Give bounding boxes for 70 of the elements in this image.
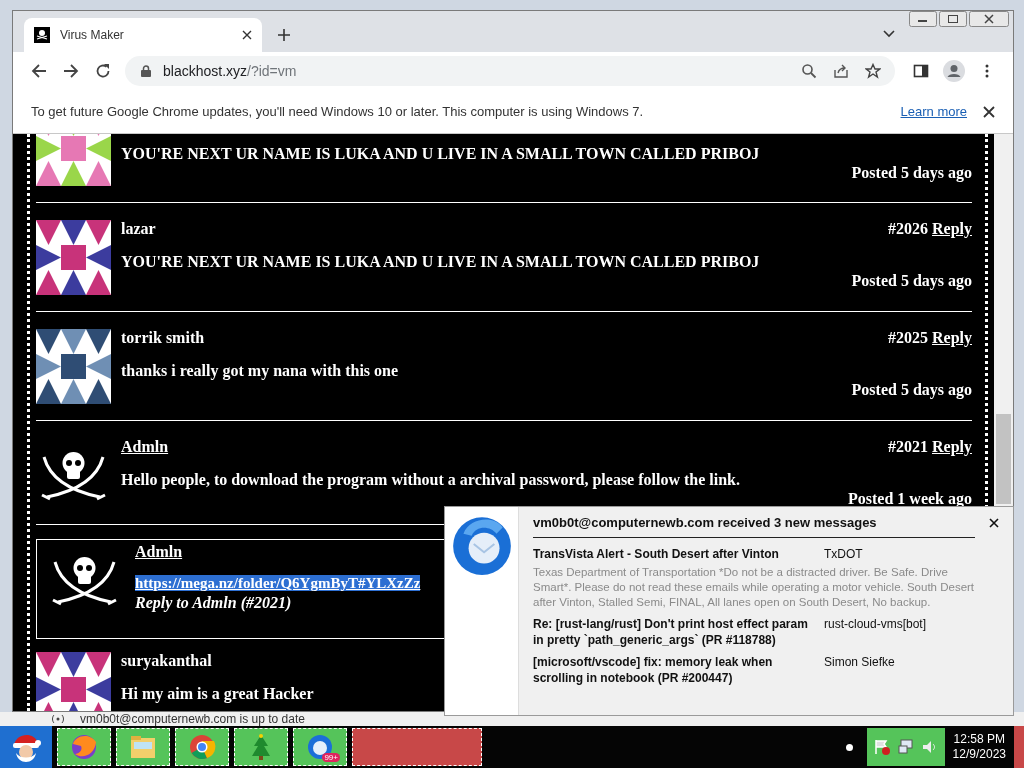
author-name: torrik smith: [121, 328, 205, 348]
minimize-icon[interactable]: [909, 11, 937, 27]
message-sender: TxDOT: [824, 546, 863, 562]
comment-text: thanks i really got my nana with this one: [121, 361, 400, 381]
message-preview: Texas Department of Transportation *Do not be a distracted driver. Be Safe. Drive Smart*. Please do not read these emails while operating a motor vehicle. South Desert after Vinton, Stalled Semi, FINAL, All lanes open on South Desert, No backup.: [533, 565, 976, 610]
signal-icon: [50, 714, 66, 724]
author-name: lazar: [121, 219, 156, 239]
taskbar-button[interactable]: [234, 728, 288, 766]
reply-link[interactable]: Reply: [932, 219, 972, 239]
close-icon[interactable]: [989, 517, 999, 528]
comment-text: Hi my aim is a great Hacker: [121, 684, 315, 704]
start-button[interactable]: [0, 726, 52, 768]
side-panel-icon[interactable]: [913, 63, 929, 79]
notification-title: vm0b0t@computernewb.com received 3 new messages: [533, 515, 878, 530]
comment-text: Hello people, to download the program without a archival password, please follow the link.: [121, 470, 741, 490]
mail-status-text: vm0b0t@computernewb.com is up to date: [80, 712, 305, 726]
comment-text: YOU'RE NEXT UR NAME IS LUKA AND U LIVE IN A SMALL TOWN CALLED PRIBOJ: [121, 144, 761, 164]
taskbar-button[interactable]: [175, 728, 229, 766]
posted-time: Posted 5 days ago: [851, 272, 972, 290]
message-sender: Simon Siefke: [824, 654, 895, 671]
close-icon[interactable]: [242, 30, 252, 40]
clock-time[interactable]: 12:58 PM: [953, 732, 1005, 747]
lock-icon: [141, 65, 151, 77]
taskbar-button[interactable]: [352, 728, 482, 766]
new-tab-icon[interactable]: [278, 29, 290, 41]
url-text: blackhost.xyz/?id=vm: [163, 63, 297, 79]
taskbar-button[interactable]: 99+: [293, 728, 347, 766]
comment-number: #2026: [888, 219, 928, 239]
learn-more-link[interactable]: Learn more: [900, 104, 967, 119]
reply-link[interactable]: Reply: [932, 437, 972, 457]
message-subject[interactable]: Re: [rust-lang/rust] Don't print host effect param in pretty `path_generic_args` (PR #118788): [533, 616, 818, 648]
comment-number: #2025: [888, 328, 928, 348]
posted-time: Posted 5 days ago: [851, 381, 972, 399]
close-icon[interactable]: [969, 11, 1009, 27]
posted-time: Posted 5 days ago: [851, 164, 972, 182]
chevron-down-icon[interactable]: [883, 30, 895, 38]
back-icon[interactable]: [31, 63, 47, 79]
author-name: suryakanthal: [121, 651, 212, 671]
message-subject[interactable]: TransVista Alert - South Desert after Vinton: [533, 546, 818, 562]
address-bar[interactable]: blackhost.xyz/?id=vm: [125, 56, 895, 86]
message-subject[interactable]: [microsoft/vscode] fix: memory leak when scrolling in notebook (PR #200447): [533, 654, 818, 686]
profile-icon[interactable]: [943, 60, 965, 82]
author-link[interactable]: Admln: [135, 542, 183, 562]
tray-dot-icon: [845, 743, 853, 751]
skull-favicon-icon: [34, 27, 50, 43]
network-icon[interactable]: [896, 738, 915, 756]
forward-icon[interactable]: [63, 63, 79, 79]
share-icon[interactable]: [833, 63, 849, 79]
reply-to-text: Reply to Admln (#2021): [135, 593, 292, 612]
fox-globe-icon: [69, 732, 99, 762]
taskbar-button[interactable]: [57, 728, 111, 766]
chrome-icon: [187, 732, 217, 762]
tab-title: Virus Maker: [60, 28, 125, 42]
message-sender: rust-cloud-vms[bot]: [824, 616, 927, 633]
scroll-thumb[interactable]: [996, 414, 1011, 504]
unread-badge: 99+: [322, 753, 340, 762]
flag-icon[interactable]: [872, 738, 891, 756]
star-icon[interactable]: [865, 63, 881, 79]
maximize-icon[interactable]: [939, 11, 967, 27]
reply-link[interactable]: Reply: [932, 328, 972, 348]
author-link[interactable]: Admln: [121, 437, 169, 457]
clock-date[interactable]: 12/9/2023: [952, 747, 1006, 762]
browser-tab[interactable]: Virus Maker: [24, 18, 262, 52]
reload-icon[interactable]: [95, 63, 111, 79]
update-message: To get future Google Chrome updates, you'll need Windows 10 or later. This computer is using Windows 7.: [31, 104, 644, 119]
comment-text: YOU'RE NEXT UR NAME IS LUKA AND U LIVE IN A SMALL TOWN CALLED PRIBOJ: [121, 252, 761, 272]
search-icon[interactable]: [801, 63, 817, 79]
close-icon[interactable]: [983, 105, 995, 118]
download-link[interactable]: https://mega.nz/folder/Q6YgmByT#YLXzZz: [135, 575, 421, 591]
comment-number: #2021: [888, 437, 928, 457]
